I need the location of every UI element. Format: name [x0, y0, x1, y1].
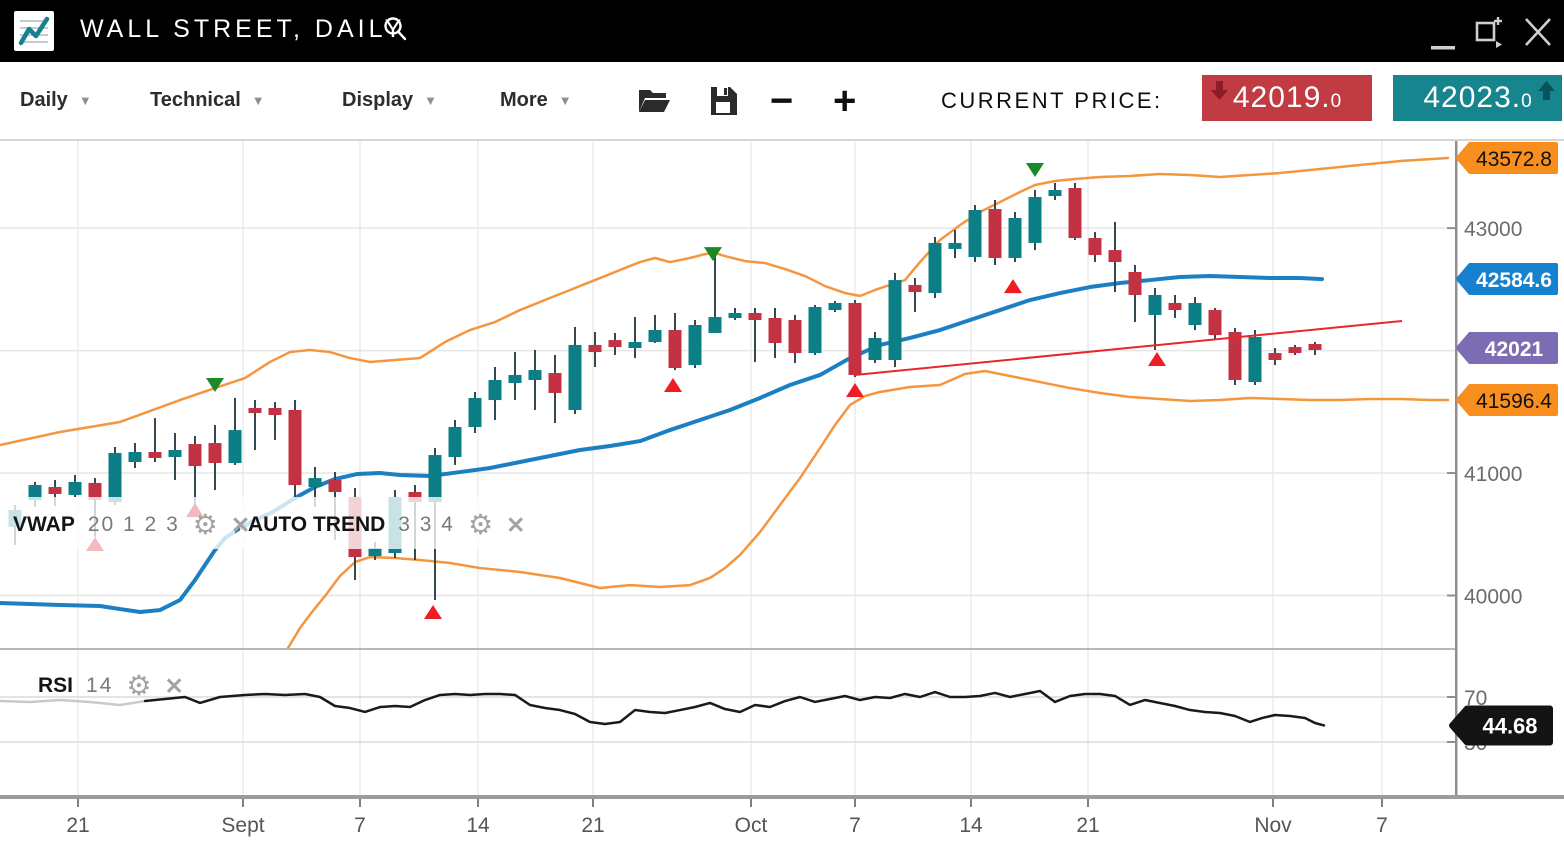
vwap-settings-gear-icon[interactable]: ⚙: [193, 511, 218, 539]
moving-average-line: [0, 276, 1322, 612]
save-button[interactable]: [707, 62, 739, 139]
svg-text:Nov: Nov: [1254, 814, 1292, 837]
rsi-settings-gear-icon[interactable]: ⚙: [126, 672, 151, 700]
svg-text:Sept: Sept: [221, 814, 264, 837]
menu-technical[interactable]: Technical ▼: [150, 62, 265, 139]
current-price-label: CURRENT PRICE:: [941, 62, 1163, 139]
price-axis-labels: 4300041000400007030: [1447, 218, 1522, 755]
buy-price-button[interactable]: 42023. 0: [1393, 75, 1562, 121]
auto-trend-label: AUTO TREND: [248, 513, 385, 537]
arrow-up-icon: [1538, 81, 1555, 100]
svg-text:7: 7: [849, 814, 861, 837]
auto-trend-settings-gear-icon[interactable]: ⚙: [468, 511, 493, 539]
window-controls: [1430, 0, 1554, 62]
search-icon[interactable]: [383, 16, 409, 44]
window-title: WALL STREET, DAILY: [80, 15, 405, 44]
buy-price-decimal: 0: [1521, 91, 1532, 113]
floppy-disk-icon: [707, 85, 739, 117]
indicator-vwap: VWAP 20 1 2 3 ⚙ ✕: [13, 507, 250, 543]
rsi-remove-icon[interactable]: ✕: [164, 675, 183, 698]
menu-display[interactable]: Display ▼: [342, 62, 437, 139]
arrow-down-icon: [1211, 81, 1228, 100]
svg-text:41596.4: 41596.4: [1476, 390, 1552, 413]
svg-text:7: 7: [354, 814, 366, 837]
menu-technical-label: Technical: [150, 89, 241, 112]
close-button[interactable]: [1522, 11, 1554, 51]
popout-button[interactable]: [1474, 11, 1504, 51]
zoom-in-button[interactable]: +: [833, 62, 856, 139]
minimize-button[interactable]: [1430, 11, 1456, 51]
time-axis: 21 Sept 7 14 21 Oct 7 14 21 Nov 7: [0, 795, 1564, 837]
svg-text:40000: 40000: [1464, 585, 1522, 608]
svg-text:Oct: Oct: [735, 814, 768, 837]
open-folder-button[interactable]: [636, 62, 672, 139]
svg-text:7: 7: [1376, 814, 1388, 837]
svg-text:42584.6: 42584.6: [1476, 269, 1552, 292]
rsi-line: [0, 691, 1324, 725]
app-chart-logo-icon: [14, 11, 54, 51]
svg-text:43572.8: 43572.8: [1476, 148, 1552, 171]
sell-price-button[interactable]: 42019. 0: [1202, 75, 1372, 121]
svg-text:21: 21: [66, 814, 89, 837]
menu-display-label: Display: [342, 89, 413, 112]
svg-text:21: 21: [1076, 814, 1099, 837]
svg-text:42021: 42021: [1485, 338, 1544, 361]
auto-trend-params: 3 3 4: [398, 513, 455, 537]
toolbar: Daily ▼ Technical ▼ Display ▼ More ▼ − +…: [0, 62, 1564, 141]
folder-icon: [636, 86, 672, 116]
zoom-out-button[interactable]: −: [770, 62, 793, 139]
svg-text:43000: 43000: [1464, 218, 1522, 241]
vwap-params: 20 1 2 3: [88, 513, 180, 537]
price-chart-canvas[interactable]: 430004100040000703043572.842584.64202141…: [0, 141, 1564, 846]
indicator-auto-trend: AUTO TREND 3 3 4 ⚙ ✕: [248, 507, 525, 543]
chevron-down-icon: ▼: [424, 93, 437, 108]
buy-price-value: 42023.: [1423, 81, 1521, 115]
sell-price-decimal: 0: [1331, 91, 1342, 113]
menu-daily[interactable]: Daily ▼: [20, 62, 92, 139]
auto-trend-remove-icon[interactable]: ✕: [506, 514, 525, 537]
vwap-label: VWAP: [13, 513, 75, 537]
svg-text:44.68: 44.68: [1482, 713, 1537, 738]
svg-text:14: 14: [466, 814, 490, 837]
svg-text:21: 21: [581, 814, 604, 837]
chevron-down-icon: ▼: [559, 93, 572, 108]
menu-more[interactable]: More ▼: [500, 62, 572, 139]
menu-daily-label: Daily: [20, 89, 68, 112]
svg-text:41000: 41000: [1464, 463, 1522, 486]
sell-price-value: 42019.: [1233, 81, 1331, 115]
indicator-rsi: RSI 14 ⚙ ✕: [38, 668, 184, 704]
menu-more-label: More: [500, 89, 548, 112]
svg-text:14: 14: [959, 814, 983, 837]
chevron-down-icon: ▼: [79, 93, 92, 108]
chevron-down-icon: ▼: [252, 93, 265, 108]
bollinger-bands: [0, 158, 1448, 648]
rsi-label: RSI: [38, 674, 73, 698]
title-bar: WALL STREET, DAILY: [0, 0, 1564, 62]
trading-chart-window: { "title_bar": { "title": "WALL STREET, …: [0, 0, 1564, 846]
rsi-params: 14: [86, 674, 113, 698]
signal-triangles: [86, 163, 1166, 619]
